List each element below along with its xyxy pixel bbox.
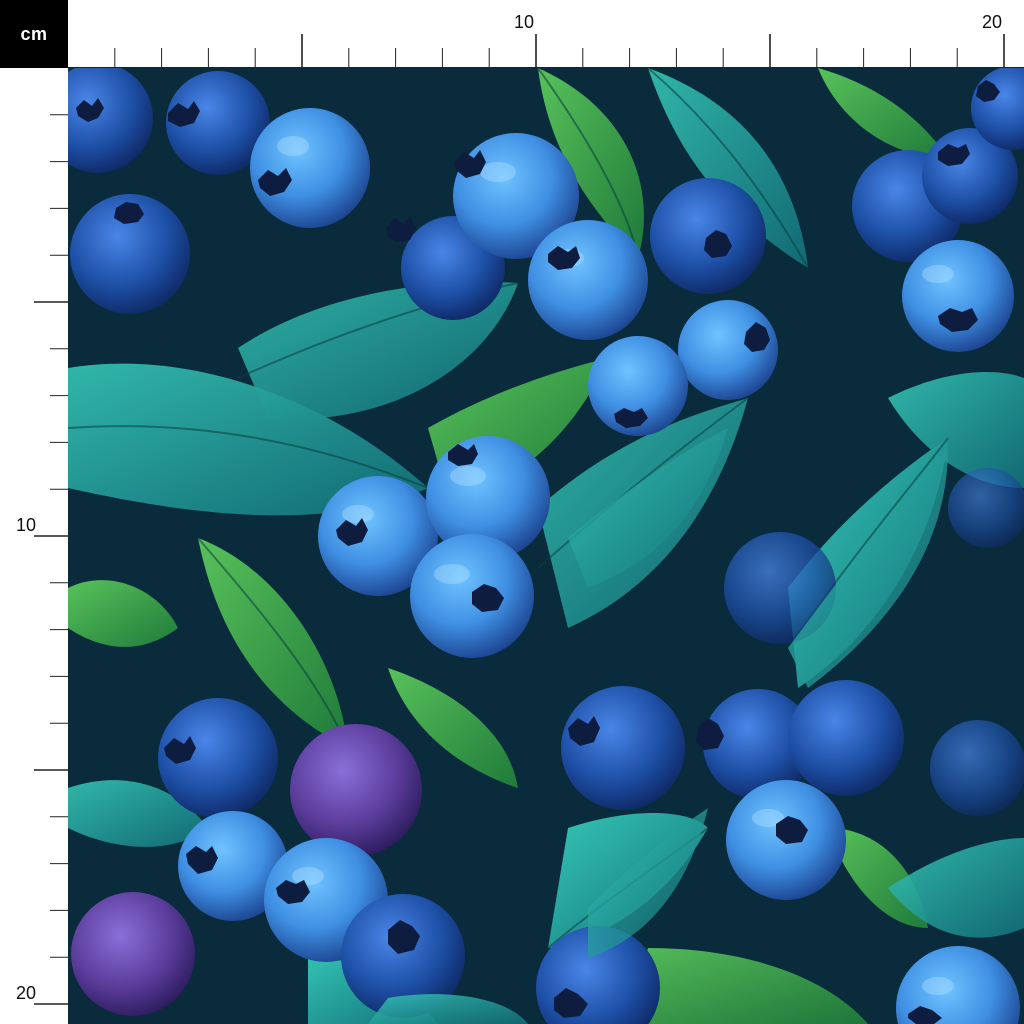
top-ruler-label-10: 10 xyxy=(513,12,534,32)
blueberry-pattern-swatch xyxy=(68,68,1024,1024)
unit-label: cm xyxy=(0,0,68,68)
left-ruler: 10 20 xyxy=(0,68,68,1024)
left-ruler-label-20: 20 xyxy=(16,983,37,1003)
left-ruler-ticks xyxy=(34,114,68,1005)
fabric-preview: cm 10 20 10 20 xyxy=(0,0,1024,1024)
top-ruler-label-20: 20 xyxy=(981,12,1002,32)
left-ruler-label-10: 10 xyxy=(16,515,37,535)
top-ruler-ticks xyxy=(68,34,1024,68)
top-ruler: 10 20 xyxy=(68,0,1024,68)
blueberry-pattern-illustration xyxy=(68,68,1024,1024)
